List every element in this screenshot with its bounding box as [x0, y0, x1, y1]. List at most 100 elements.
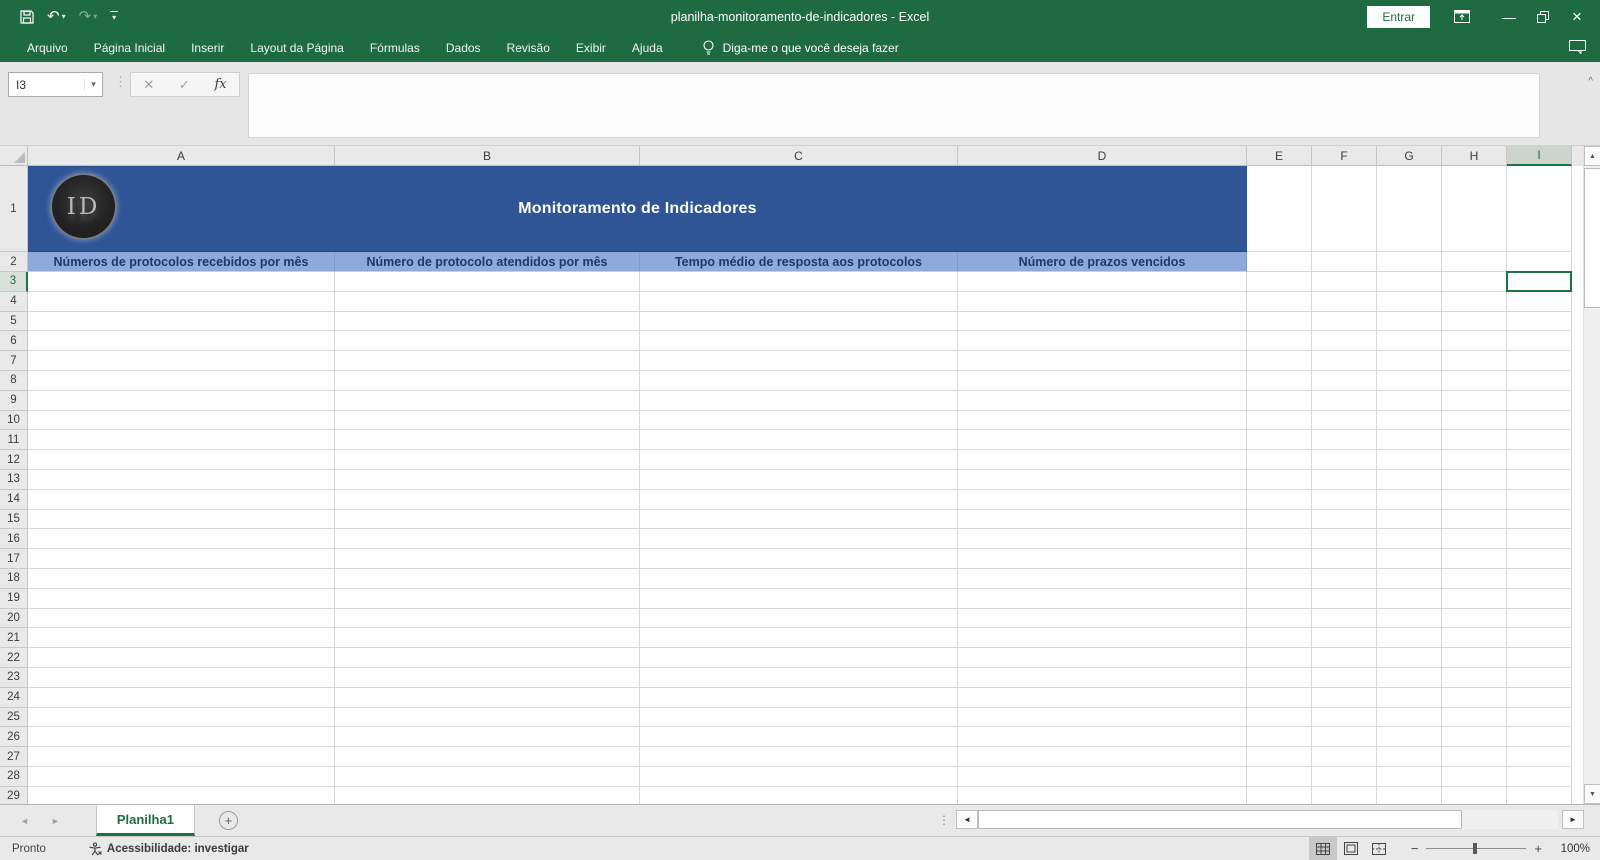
row-header-16[interactable]: 16	[0, 529, 28, 549]
cell-F3[interactable]	[1312, 272, 1377, 292]
cell-I19[interactable]	[1507, 589, 1572, 609]
zoom-in-button[interactable]: +	[1534, 841, 1542, 856]
cell-F10[interactable]	[1312, 411, 1377, 431]
cell-B6[interactable]	[335, 331, 640, 351]
cell-G23[interactable]	[1377, 668, 1442, 688]
cell-G27[interactable]	[1377, 747, 1442, 767]
cell-F1[interactable]	[1312, 166, 1377, 252]
cell-G7[interactable]	[1377, 351, 1442, 371]
cell-I12[interactable]	[1507, 450, 1572, 470]
column-header-A[interactable]: A	[28, 146, 335, 166]
accessibility-checker-button[interactable]: Acessibilidade: investigar	[88, 842, 249, 856]
cell-I2[interactable]	[1507, 252, 1572, 272]
zoom-slider-thumb[interactable]	[1473, 843, 1477, 854]
feedback-button[interactable]	[1569, 40, 1586, 59]
cell-C28[interactable]	[640, 767, 958, 787]
cell-F12[interactable]	[1312, 450, 1377, 470]
cell-F28[interactable]	[1312, 767, 1377, 787]
company-logo[interactable]: ID	[50, 173, 117, 240]
cell-C27[interactable]	[640, 747, 958, 767]
cell-G20[interactable]	[1377, 609, 1442, 629]
cell-I17[interactable]	[1507, 549, 1572, 569]
zoom-slider[interactable]	[1426, 837, 1526, 860]
ribbon-display-options-button[interactable]	[1454, 10, 1470, 23]
cell-D15[interactable]	[958, 510, 1247, 530]
cell-H6[interactable]	[1442, 331, 1507, 351]
menu-tab-exibir[interactable]: Exibir	[563, 33, 619, 62]
cell-A26[interactable]	[28, 727, 335, 747]
cell-F19[interactable]	[1312, 589, 1377, 609]
cell-C21[interactable]	[640, 628, 958, 648]
cell-E26[interactable]	[1247, 727, 1312, 747]
row-header-8[interactable]: 8	[0, 371, 28, 391]
cell-H4[interactable]	[1442, 292, 1507, 312]
cell-E11[interactable]	[1247, 430, 1312, 450]
banner-merged-cell-A1-D1[interactable]: IDMonitoramento de Indicadores	[28, 166, 1247, 252]
cell-H22[interactable]	[1442, 648, 1507, 668]
cell-D5[interactable]	[958, 312, 1247, 332]
cell-F18[interactable]	[1312, 569, 1377, 589]
cell-D19[interactable]	[958, 589, 1247, 609]
cell-F6[interactable]	[1312, 331, 1377, 351]
cell-F5[interactable]	[1312, 312, 1377, 332]
vertical-scrollbar[interactable]: ▲ ▼	[1583, 146, 1600, 804]
cell-H16[interactable]	[1442, 529, 1507, 549]
cell-D3[interactable]	[958, 272, 1247, 292]
cell-A13[interactable]	[28, 470, 335, 490]
cell-C14[interactable]	[640, 490, 958, 510]
cell-B29[interactable]	[335, 787, 640, 804]
cell-D27[interactable]	[958, 747, 1247, 767]
cell-G18[interactable]	[1377, 569, 1442, 589]
scroll-down-button[interactable]: ▼	[1584, 784, 1600, 804]
cell-I6[interactable]	[1507, 331, 1572, 351]
row-header-10[interactable]: 10	[0, 411, 28, 431]
cell-I11[interactable]	[1507, 430, 1572, 450]
cell-C19[interactable]	[640, 589, 958, 609]
cell-G3[interactable]	[1377, 272, 1442, 292]
cell-H20[interactable]	[1442, 609, 1507, 629]
cell-D22[interactable]	[958, 648, 1247, 668]
row-header-17[interactable]: 17	[0, 549, 28, 569]
tell-me-box[interactable]: Diga-me o que você deseja fazer	[702, 40, 899, 55]
next-sheet-button[interactable]: ►	[51, 816, 60, 826]
menu-tab-ajuda[interactable]: Ajuda	[619, 33, 676, 62]
cell-E18[interactable]	[1247, 569, 1312, 589]
menu-tab-layout-da-pagina[interactable]: Layout da Página	[237, 33, 356, 62]
cell-C8[interactable]	[640, 371, 958, 391]
cell-A6[interactable]	[28, 331, 335, 351]
cell-H8[interactable]	[1442, 371, 1507, 391]
cell-E7[interactable]	[1247, 351, 1312, 371]
row-header-26[interactable]: 26	[0, 727, 28, 747]
cell-B28[interactable]	[335, 767, 640, 787]
cell-E21[interactable]	[1247, 628, 1312, 648]
cell-A25[interactable]	[28, 708, 335, 728]
cell-E25[interactable]	[1247, 708, 1312, 728]
cell-B10[interactable]	[335, 411, 640, 431]
cell-D16[interactable]	[958, 529, 1247, 549]
cell-B11[interactable]	[335, 430, 640, 450]
cell-G9[interactable]	[1377, 391, 1442, 411]
cell-I28[interactable]	[1507, 767, 1572, 787]
cell-D26[interactable]	[958, 727, 1247, 747]
column-header-D[interactable]: D	[958, 146, 1247, 166]
cell-E22[interactable]	[1247, 648, 1312, 668]
cell-I29[interactable]	[1507, 787, 1572, 804]
cell-A22[interactable]	[28, 648, 335, 668]
cell-G17[interactable]	[1377, 549, 1442, 569]
row-header-20[interactable]: 20	[0, 609, 28, 629]
cell-I15[interactable]	[1507, 510, 1572, 530]
cell-G4[interactable]	[1377, 292, 1442, 312]
cell-C10[interactable]	[640, 411, 958, 431]
cell-H9[interactable]	[1442, 391, 1507, 411]
cell-B9[interactable]	[335, 391, 640, 411]
cell-C20[interactable]	[640, 609, 958, 629]
cell-B16[interactable]	[335, 529, 640, 549]
cell-C24[interactable]	[640, 688, 958, 708]
cell-H25[interactable]	[1442, 708, 1507, 728]
cell-C25[interactable]	[640, 708, 958, 728]
restore-button[interactable]	[1526, 0, 1560, 33]
cell-H10[interactable]	[1442, 411, 1507, 431]
cell-B7[interactable]	[335, 351, 640, 371]
menu-tab-pagina-inicial[interactable]: Página Inicial	[81, 33, 178, 62]
row-header-9[interactable]: 9	[0, 391, 28, 411]
